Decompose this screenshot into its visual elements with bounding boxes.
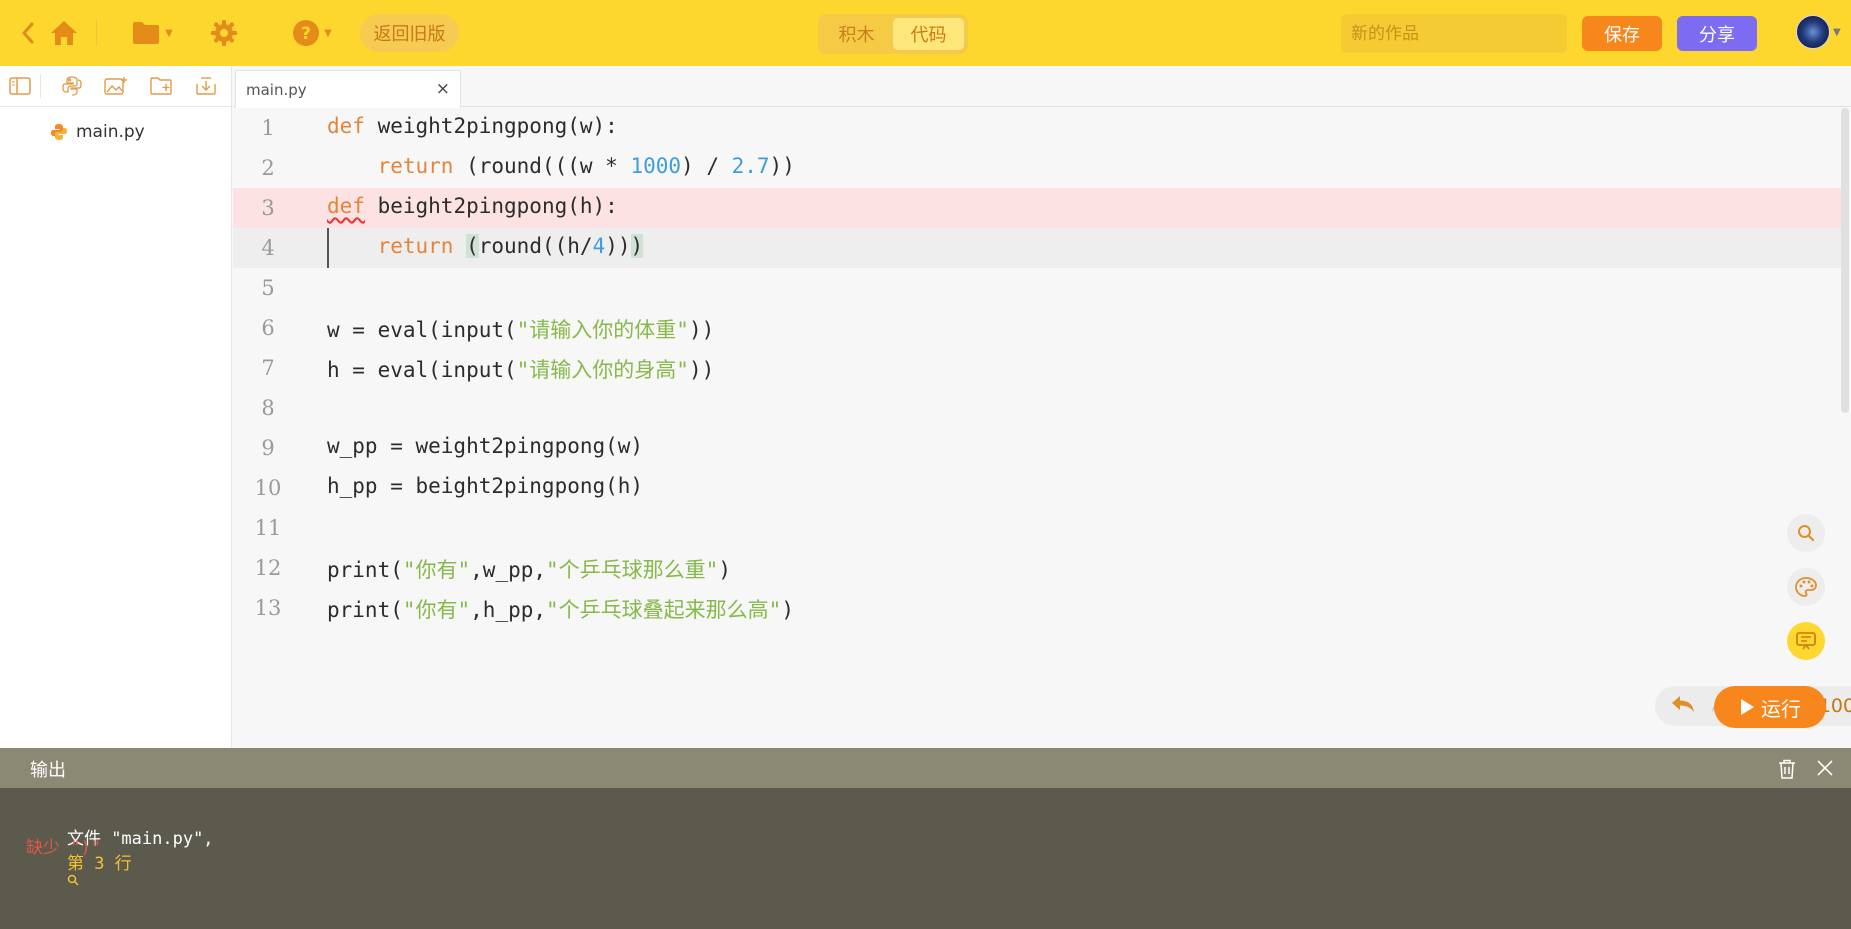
output-console: 文件 "main.py", 第 3 行 缺少 ")" xyxy=(0,788,1851,929)
line-number: 5 xyxy=(261,276,275,300)
line-number: 11 xyxy=(254,516,282,540)
code-line-error: 3 def beight2pingpong(h): xyxy=(233,188,1841,228)
code-line: 11 xyxy=(233,508,1841,548)
python-file-icon[interactable] xyxy=(60,75,84,97)
save-button[interactable]: 保存 xyxy=(1582,16,1662,51)
divider xyxy=(40,74,41,98)
line-number: 3 xyxy=(261,196,275,220)
code-line: 2 return (round(((w * 1000) / 2.7)) xyxy=(233,148,1841,188)
back-arrow-icon[interactable] xyxy=(18,20,38,46)
code-text: return (round((h/4))) xyxy=(377,234,644,258)
output-panel-header: 输出 xyxy=(0,748,1851,788)
home-icon[interactable] xyxy=(48,18,80,48)
help-menu[interactable]: ? ▼ xyxy=(288,17,336,49)
code-line: 5 xyxy=(233,268,1841,308)
mode-toggle: 积木 代码 xyxy=(818,14,968,54)
sidebar-toolbar xyxy=(0,66,231,107)
line-number: 7 xyxy=(261,356,275,380)
search-icon[interactable] xyxy=(67,874,79,886)
share-button[interactable]: 分享 xyxy=(1677,16,1757,51)
line-number: 8 xyxy=(261,396,275,420)
theme-palette-icon[interactable] xyxy=(1787,568,1825,606)
chevron-down-icon[interactable]: ▼ xyxy=(1833,27,1841,38)
play-icon xyxy=(1741,699,1754,715)
code-text: h = eval(input("请输入你的身高")) xyxy=(327,358,715,382)
editor-tab-bar: main.py × xyxy=(233,66,1851,108)
code-line: 13 print("你有",h_pp,"个乒乓球叠起来那么高") xyxy=(233,588,1841,628)
code-line: 1 def weight2pingpong(w): xyxy=(233,108,1841,148)
code-line: 7 h = eval(input("请输入你的身高")) xyxy=(233,348,1841,388)
mode-code-tab[interactable]: 代码 xyxy=(892,17,965,51)
undo-icon[interactable] xyxy=(1669,693,1697,719)
file-tree-item[interactable]: main.py xyxy=(50,122,145,142)
error-message: 缺少 ")" xyxy=(26,838,101,858)
line-number: 12 xyxy=(254,556,282,580)
trash-icon[interactable] xyxy=(1777,758,1797,784)
line-number: 13 xyxy=(254,596,282,620)
top-bar: ▼ ? ▼ 返回旧版 积木 代码 保存 分享 ▼ xyxy=(0,0,1851,66)
output-title: 输出 xyxy=(30,760,66,781)
chevron-down-icon: ▼ xyxy=(324,27,332,39)
download-icon[interactable] xyxy=(194,75,218,97)
code-line: 8 xyxy=(233,388,1841,428)
code-text: return (round(((w * 1000) / 2.7)) xyxy=(377,154,795,178)
image-upload-icon[interactable] xyxy=(104,75,128,97)
line-number: 1 xyxy=(261,116,275,140)
new-folder-icon[interactable] xyxy=(150,75,174,97)
file-name: main.py xyxy=(76,122,145,142)
line-number: 9 xyxy=(261,436,275,460)
code-line: 6 w = eval(input("请输入你的体重")) xyxy=(233,308,1841,348)
presentation-icon[interactable] xyxy=(1787,622,1825,660)
run-label: 运行 xyxy=(1761,696,1801,721)
line-number: 4 xyxy=(261,236,275,260)
code-text: w_pp = weight2pingpong(w) xyxy=(327,434,644,458)
code-text: def weight2pingpong(w): xyxy=(327,114,618,138)
help-question-icon: ? xyxy=(293,20,320,46)
file-menu[interactable]: ▼ xyxy=(128,17,176,49)
toggle-sidebar-icon[interactable] xyxy=(8,75,32,97)
code-text: def beight2pingpong(h): xyxy=(327,194,618,218)
code-line-current: 4 return (round((h/4))) xyxy=(233,228,1841,268)
divider xyxy=(96,20,97,46)
code-line: 12 print("你有",w_pp,"个乒乓球那么重") xyxy=(233,548,1841,588)
run-button[interactable]: 运行 xyxy=(1714,686,1826,728)
chevron-down-icon: ▼ xyxy=(165,27,173,39)
vertical-scrollbar[interactable] xyxy=(1841,108,1849,413)
line-number: 10 xyxy=(254,476,282,500)
folder-icon xyxy=(133,22,160,44)
line-number: 6 xyxy=(261,316,275,340)
close-icon[interactable]: × xyxy=(436,79,450,99)
code-text: print("你有",w_pp,"个乒乓球那么重") xyxy=(327,558,731,582)
code-editor[interactable]: 1 def weight2pingpong(w): 2 return (roun… xyxy=(233,108,1851,748)
file-sidebar: main.py xyxy=(0,66,232,748)
tab-label: main.py xyxy=(246,81,307,99)
settings-gear-icon[interactable] xyxy=(208,17,240,49)
code-line: 9 w_pp = weight2pingpong(w) xyxy=(233,428,1841,468)
tab-main-py[interactable]: main.py × xyxy=(235,70,461,108)
close-icon[interactable] xyxy=(1816,759,1834,781)
mode-blocks-tab[interactable]: 积木 xyxy=(821,17,892,51)
svg-text:?: ? xyxy=(301,24,311,44)
code-line: 10 h_pp = beight2pingpong(h) xyxy=(233,468,1841,508)
code-text: h_pp = beight2pingpong(h) xyxy=(327,474,644,498)
code-text: w = eval(input("请输入你的体重")) xyxy=(327,318,715,342)
return-old-version-button[interactable]: 返回旧版 xyxy=(360,14,459,52)
error-location: 文件 "main.py", 第 3 行 xyxy=(26,804,214,914)
search-icon[interactable] xyxy=(1787,514,1825,552)
python-logo-icon xyxy=(51,124,67,140)
line-number: 2 xyxy=(261,156,275,180)
code-text: print("你有",h_pp,"个乒乓球叠起来那么高") xyxy=(327,598,794,622)
project-title-input[interactable] xyxy=(1341,14,1567,53)
avatar[interactable] xyxy=(1796,15,1830,49)
